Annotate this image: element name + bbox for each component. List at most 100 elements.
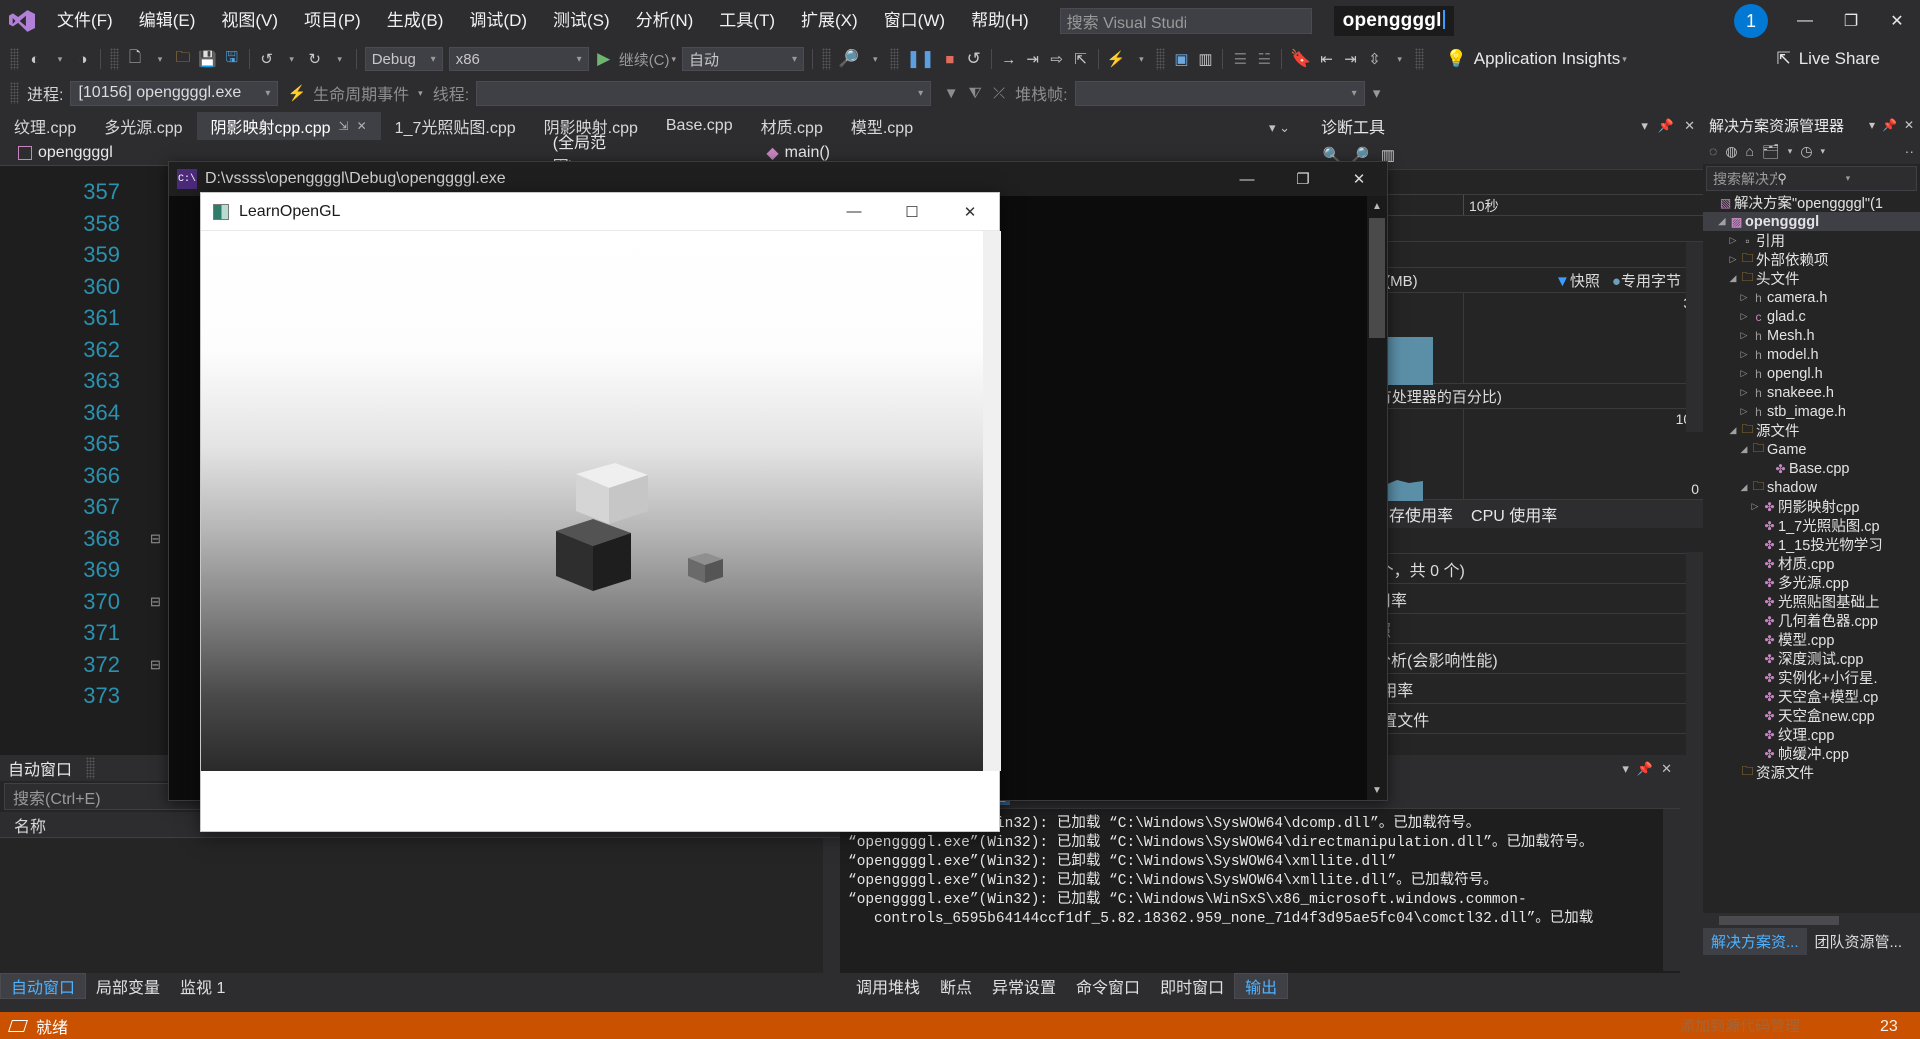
toolbar-grip[interactable] (110, 48, 119, 70)
lifecycle-events-icon[interactable]: ⚡ (284, 80, 309, 106)
filter-clear-icon[interactable]: ⧨ (963, 80, 987, 106)
expander-icon[interactable]: ▷ (1738, 387, 1750, 398)
editor-tab-7[interactable]: 模型.cpp (837, 112, 927, 140)
menu-item-tools[interactable]: 工具(T) (706, 0, 788, 42)
continue-play-icon[interactable]: ▶ (592, 46, 616, 72)
fold-toggle[interactable]: ⊟ (150, 523, 168, 555)
redo-dropdown-icon[interactable]: ▾ (327, 46, 351, 72)
expander-icon[interactable]: ▷ (1738, 330, 1750, 341)
menu-item-window[interactable]: 窗口(W) (871, 0, 958, 42)
tab-exception-settings[interactable]: 异常设置 (982, 973, 1066, 999)
editor-tab-5[interactable]: Base.cpp (652, 112, 747, 140)
solution-tree-item[interactable]: ✤ 纹理.cpp (1703, 725, 1920, 745)
solution-tree-item[interactable]: ✤ 几何着色器.cpp (1703, 611, 1920, 631)
indent-icon[interactable]: ☰ (1228, 46, 1252, 72)
scrollbar-thumb[interactable] (1369, 218, 1385, 338)
continue-button[interactable]: 继续(C) ▾ (616, 46, 679, 72)
step-into-icon[interactable]: ⇥ (1021, 46, 1045, 72)
attach-dropdown-icon[interactable]: ▾ (862, 46, 886, 72)
save-icon[interactable]: 💾 (195, 46, 220, 72)
tab-locals[interactable]: 局部变量 (86, 973, 170, 999)
expander-icon[interactable]: ◢ (1716, 216, 1728, 227)
editor-tab-3[interactable]: 1_7光照贴图.cpp (381, 112, 530, 140)
expander-icon[interactable]: ▷ (1749, 501, 1761, 512)
opengl-canvas-scrollbar[interactable] (983, 231, 1001, 771)
expander-icon[interactable]: ▷ (1738, 406, 1750, 417)
console-title-bar[interactable]: C:\ D:\vssss\openggggl\Debug\openggggl.e… (169, 162, 1387, 196)
tab-watch1[interactable]: 监视 1 (170, 973, 235, 999)
chevron-down-icon[interactable]: ▾ (1788, 146, 1793, 157)
toolbar-grip[interactable] (1414, 48, 1424, 70)
opengl-maximize-button[interactable]: ☐ (883, 193, 941, 231)
next-bookmark-icon[interactable]: ⇥ (1339, 46, 1363, 72)
diagnostics-rows-scrollbar[interactable] (1686, 552, 1703, 755)
console-scrollbar[interactable]: ▲ ▼ (1367, 196, 1387, 800)
pin-icon[interactable]: 📌 (1658, 118, 1674, 134)
chevron-down-icon[interactable]: ▾ (1622, 761, 1629, 777)
menu-item-debug[interactable]: 调试(D) (456, 0, 540, 42)
solution-tree-item[interactable]: ▷ c glad.c (1703, 307, 1920, 326)
pending-changes-icon[interactable]: ◷ (1800, 143, 1812, 160)
toolbar-grip[interactable] (10, 48, 19, 70)
opengl-title-bar[interactable]: LearnOpenGL — ☐ ✕ (201, 193, 999, 231)
menu-item-file[interactable]: 文件(F) (44, 0, 126, 42)
expander-icon[interactable]: ▷ (1738, 368, 1750, 379)
solution-tree-item[interactable]: ▷ h stb_image.h (1703, 402, 1920, 421)
undo-dropdown-icon[interactable]: ▾ (279, 46, 303, 72)
expander-icon[interactable]: ▷ (1738, 349, 1750, 360)
menu-item-view[interactable]: 视图(V) (208, 0, 291, 42)
prev-bookmark-icon[interactable]: ⇤ (1315, 46, 1339, 72)
menu-item-help[interactable]: 帮助(H) (958, 0, 1042, 42)
comment-icon[interactable]: ☱ (1252, 46, 1276, 72)
expander-icon[interactable]: ▷ (1738, 311, 1750, 322)
solution-tree-item[interactable]: ✤ 帧缓冲.cpp (1703, 744, 1920, 764)
filter-icon[interactable]: ▼ (939, 80, 963, 106)
quick-search-box[interactable]: 搜索 Visual Studio (Ctrl+Q) ⚲ (1059, 8, 1312, 69)
breadcrumb-symbol[interactable]: ◆ main() (756, 143, 840, 163)
chevron-down-icon[interactable]: ▾ (1641, 118, 1648, 134)
thread-select[interactable]: ▾ (476, 80, 932, 106)
show-all-files-icon[interactable]: 🗂 (1762, 143, 1780, 160)
application-insights-button[interactable]: 💡 Application Insights ▾ (1446, 49, 1627, 69)
maximize-button[interactable]: ❐ (1828, 0, 1874, 42)
menu-item-extensions[interactable]: 扩展(X) (788, 0, 871, 42)
solution-tree-item[interactable]: ◢ 🗀 头文件 (1703, 269, 1920, 288)
expander-icon[interactable]: ▷ (1738, 292, 1750, 303)
solution-tree-item[interactable]: ✤ 天空盒+模型.cp (1703, 687, 1920, 707)
notification-badge[interactable]: 1 (1734, 4, 1768, 38)
new-project-icon[interactable]: 🗋 (123, 46, 147, 72)
overflow-icon[interactable]: ·· (1905, 143, 1914, 159)
navigate-back-dropdown-icon[interactable]: ▾ (47, 46, 71, 72)
solution-tree-item[interactable]: ▷ ✤ 阴影映射cpp (1703, 497, 1920, 517)
pin-icon[interactable]: 📌 (1882, 118, 1897, 132)
opengl-close-button[interactable]: ✕ (941, 193, 999, 231)
source-control-hint[interactable]: 添加到源代码管理 (1680, 1015, 1800, 1036)
solution-tree-item[interactable]: ✤ 实例化+小行星. (1703, 668, 1920, 688)
close-icon[interactable]: ✕ (357, 119, 367, 133)
pin-icon[interactable]: 📌 (1637, 761, 1653, 777)
minimize-button[interactable]: — (1782, 0, 1828, 42)
navigate-back-icon[interactable]: ◐ (23, 46, 47, 72)
editor-tab-2-active[interactable]: 阴影映射cpp.cpp ⇲ ✕ (196, 112, 381, 140)
solution-tree-item[interactable]: ◢ 🗀 Game (1703, 440, 1920, 459)
solution-tree-item[interactable]: ▷ h camera.h (1703, 288, 1920, 307)
menu-item-edit[interactable]: 编辑(E) (126, 0, 209, 42)
live-visual-tree-icon[interactable]: ▥ (1193, 46, 1217, 72)
bookmark-icon[interactable]: 🔖 (1287, 46, 1314, 72)
menu-item-test[interactable]: 测试(S) (540, 0, 623, 42)
solution-tree-item[interactable]: ✤ 材质.cpp (1703, 554, 1920, 574)
solution-tree-item[interactable]: ▷ h Mesh.h (1703, 326, 1920, 345)
solution-tree-item[interactable]: ✤ Base.cpp (1703, 459, 1920, 478)
console-close-button[interactable]: ✕ (1331, 162, 1387, 196)
tab-call-stack[interactable]: 调用堆栈 (846, 973, 930, 999)
diagnostics-graph-scrollbar[interactable] (1686, 242, 1703, 432)
solution-tree-item[interactable]: ▷ 🗀 外部依赖项 (1703, 250, 1920, 269)
solution-tree-item[interactable]: ◢ ▨ openggggl (1703, 212, 1920, 231)
forward-icon[interactable]: ◍ (1725, 143, 1737, 160)
expander-icon[interactable]: ◢ (1727, 425, 1739, 436)
output-scrollbar[interactable] (1663, 809, 1680, 971)
clear-bookmarks-icon[interactable]: ⇳ (1363, 46, 1387, 72)
tab-autos[interactable]: 自动窗口 (0, 973, 87, 999)
solution-tree-item[interactable]: ✤ 深度测试.cpp (1703, 649, 1920, 669)
restart-icon[interactable]: ↺ (962, 46, 986, 72)
